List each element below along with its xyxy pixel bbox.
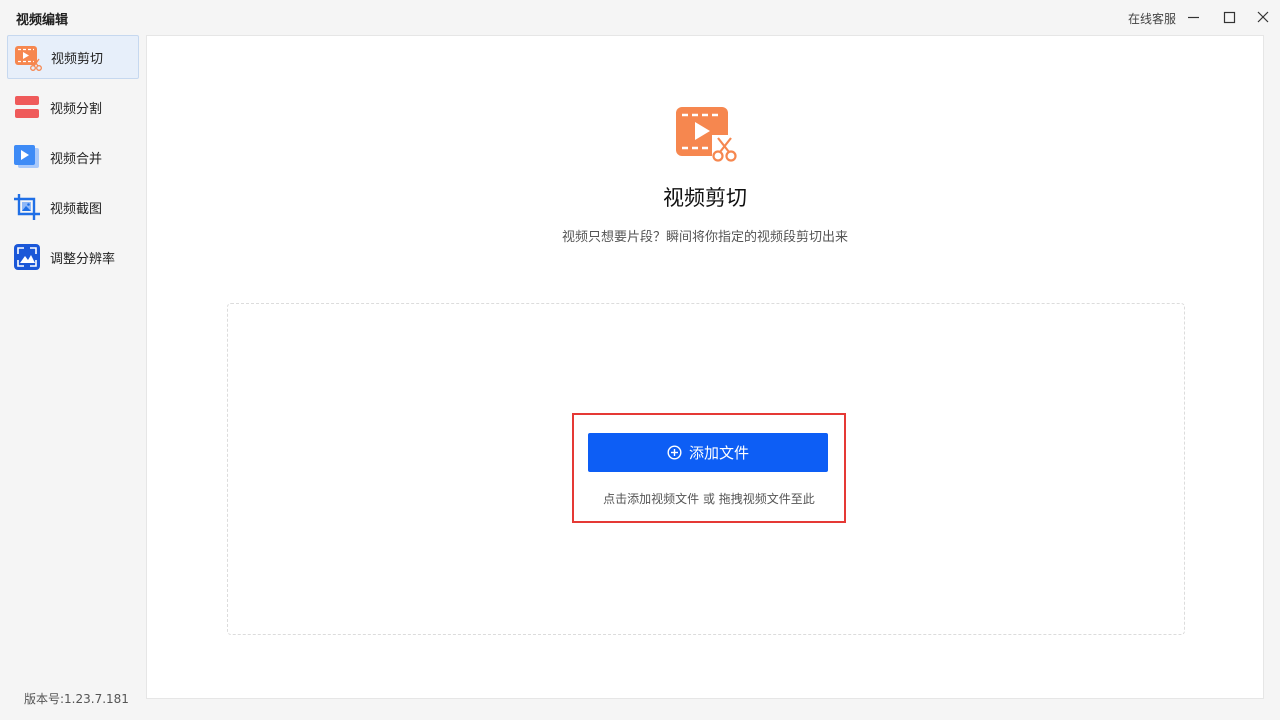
video-screenshot-icon [13,193,41,221]
close-button[interactable] [1252,6,1274,28]
sidebar-item-resolution[interactable]: 调整分辨率 [7,235,139,279]
version-label: 版本号:1.23.7.181 [24,692,129,706]
sidebar-item-video-screenshot[interactable]: 视频截图 [7,185,139,229]
sidebar-item-label: 视频合并 [50,151,103,167]
sidebar: 视频剪切 视频分割 视频合并 视频截图 调整分辨率 版本号:1.23.7.181 [0,34,146,720]
sidebar-item-label: 视频截图 [50,201,103,217]
plus-circle-icon [667,445,682,460]
resolution-icon [13,243,41,271]
page-subtitle: 视频只想要片段？瞬间将你指定的视频段剪切出来 [561,230,848,245]
maximize-icon [1223,11,1236,24]
page-title: 视频剪切 [663,186,747,210]
video-cut-icon [14,43,42,71]
main-panel: 视频剪切 视频只想要片段？瞬间将你指定的视频段剪切出来 添加文件 点击添加视频文… [146,35,1264,699]
file-drop-zone[interactable]: 添加文件 点击添加视频文件 或 拖拽视频文件至此 [227,303,1185,635]
minimize-button[interactable] [1182,6,1204,28]
add-file-button[interactable]: 添加文件 [588,433,828,472]
close-icon [1257,11,1269,23]
title-bar: 视频编辑 在线客服 [0,0,1280,34]
video-cut-hero-icon [674,105,738,165]
sidebar-item-video-split[interactable]: 视频分割 [7,85,139,129]
app-title: 视频编辑 [16,13,69,28]
sidebar-item-video-cut[interactable]: 视频剪切 [7,35,139,79]
online-support-link[interactable]: 在线客服 [1128,10,1176,27]
video-merge-icon [13,143,41,171]
sidebar-item-label: 视频剪切 [51,51,104,67]
highlight-box: 添加文件 点击添加视频文件 或 拖拽视频文件至此 [572,413,846,523]
sidebar-item-label: 视频分割 [50,101,103,117]
sidebar-item-video-merge[interactable]: 视频合并 [7,135,139,179]
drop-hint: 点击添加视频文件 或 拖拽视频文件至此 [603,492,815,506]
maximize-button[interactable] [1218,6,1240,28]
video-split-icon [13,93,41,121]
minimize-icon [1188,16,1199,19]
sidebar-item-label: 调整分辨率 [50,251,116,267]
add-file-button-label: 添加文件 [688,444,749,462]
